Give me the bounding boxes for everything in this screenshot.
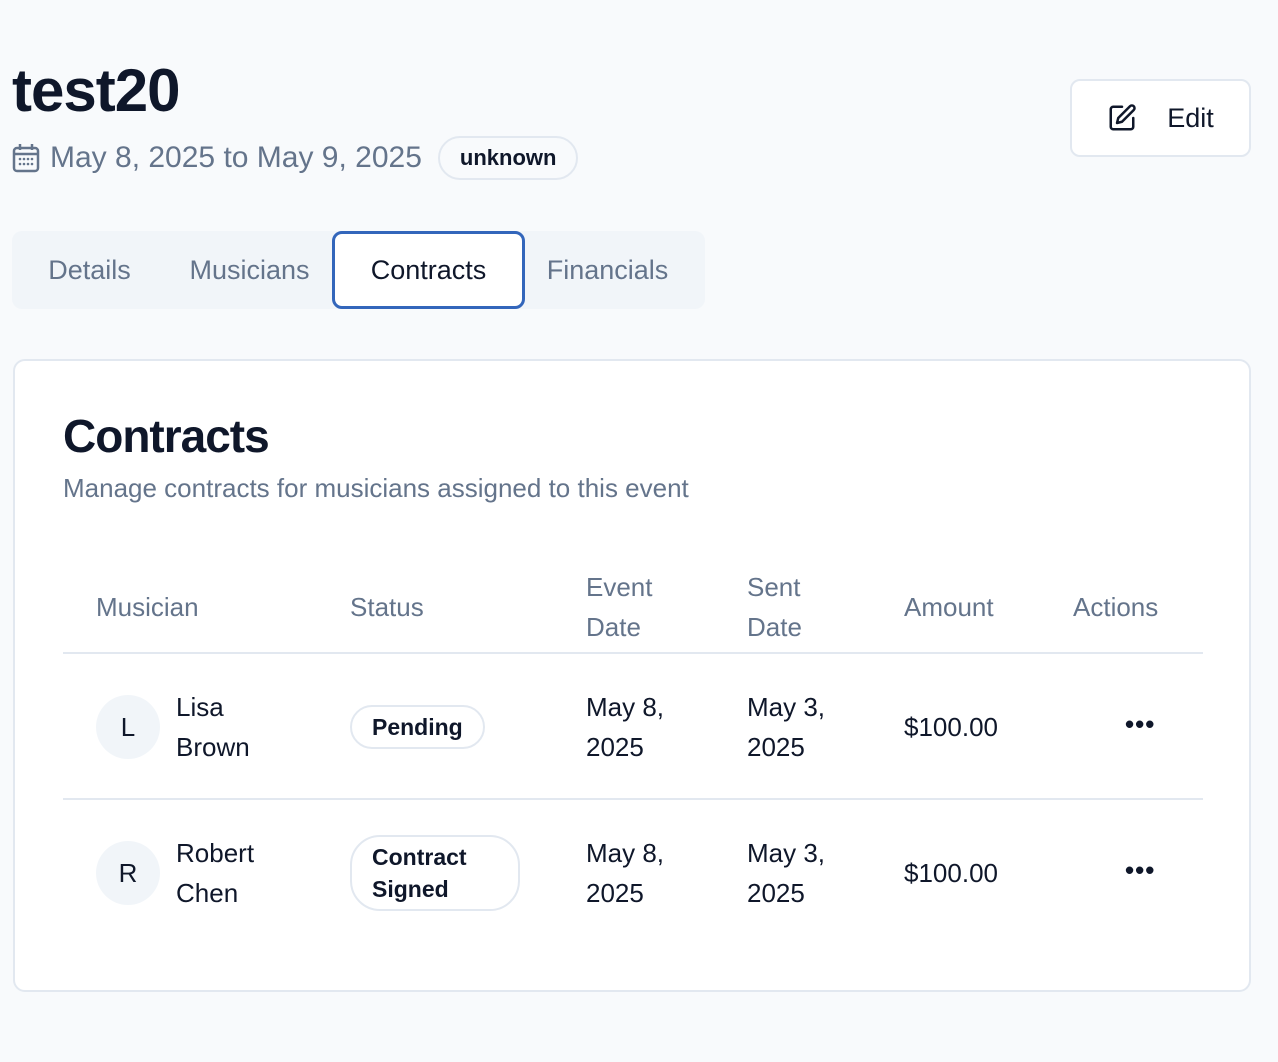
event-title: test20 — [12, 57, 180, 124]
event-date-range: May 8, 2025 to May 9, 2025 — [50, 141, 422, 174]
sent-date: May 3, 2025 — [747, 838, 826, 908]
contract-status-badge: Contract Signed — [350, 835, 520, 911]
amount: $100.00 — [904, 712, 998, 742]
edit-button[interactable]: Edit — [1070, 79, 1251, 157]
row-divider — [63, 798, 1203, 800]
tab-bar: Details Musicians Contracts Financials — [12, 231, 705, 309]
sent-date: May 3, 2025 — [747, 692, 826, 762]
avatar: L — [96, 695, 160, 759]
contract-status-badge: Pending — [350, 705, 485, 749]
avatar: R — [96, 841, 160, 905]
event-date: May 8, 2025 — [586, 692, 665, 762]
column-header-musician: Musician — [96, 592, 199, 622]
tab-contracts[interactable]: Contracts — [332, 231, 525, 309]
edit-label: Edit — [1167, 102, 1214, 133]
column-header-sent-date: Sent Date — [747, 572, 802, 642]
tab-financials[interactable]: Financials — [530, 231, 685, 309]
card-subtitle: Manage contracts for musicians assigned … — [63, 473, 689, 503]
contracts-card: Contracts Manage contracts for musicians… — [13, 359, 1251, 992]
column-header-amount: Amount — [904, 592, 994, 622]
tab-details[interactable]: Details — [22, 231, 157, 309]
calendar-icon — [12, 144, 40, 173]
event-date: May 8, 2025 — [586, 838, 665, 908]
more-actions-icon[interactable]: ••• — [1125, 855, 1155, 886]
tab-musicians[interactable]: Musicians — [172, 231, 327, 309]
header-divider — [63, 652, 1203, 654]
column-header-status: Status — [350, 592, 424, 622]
column-header-event-date: Event Date — [586, 572, 653, 642]
musician-name: Lisa Brown — [176, 692, 250, 762]
musician-name: Robert Chen — [176, 838, 255, 908]
column-header-actions: Actions — [1073, 592, 1159, 622]
card-title: Contracts — [63, 410, 270, 462]
status-badge: unknown — [437, 136, 579, 180]
edit-icon — [1109, 104, 1136, 131]
amount: $100.00 — [904, 858, 998, 888]
more-actions-icon[interactable]: ••• — [1125, 709, 1155, 740]
event-date-line: May 8, 2025 to May 9, 2025 unknown — [12, 136, 579, 180]
